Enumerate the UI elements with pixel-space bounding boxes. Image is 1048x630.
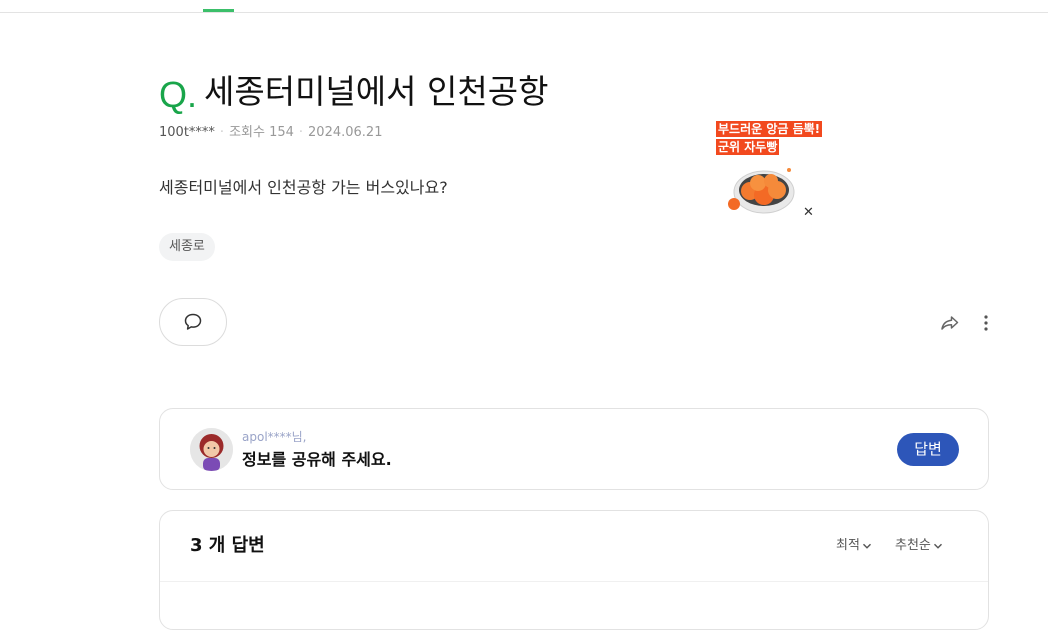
sort-recommended-dropdown[interactable]: 추천순 [895, 537, 943, 555]
view-count: 조회수 154 [229, 125, 294, 140]
divider [160, 581, 988, 582]
share-icon[interactable] [939, 312, 961, 334]
ad-close-button[interactable]: ✕ [803, 205, 814, 220]
sort-recommended-label: 추천순 [895, 538, 931, 553]
top-nav-bar [0, 0, 1048, 13]
avatar-image [190, 428, 233, 471]
answers-count: 3 개 답변 [190, 535, 265, 556]
chevron-down-icon [862, 543, 871, 549]
speech-bubble-icon [184, 313, 202, 330]
tag-chip[interactable]: 세종로 [159, 233, 215, 261]
avatar [190, 428, 233, 471]
more-options-icon[interactable] [976, 313, 996, 333]
separator-dot: · [219, 125, 225, 140]
chevron-down-icon [933, 543, 942, 549]
question-title: 세종터미널에서 인천공항 [204, 72, 549, 111]
author-name[interactable]: 100t**** [159, 125, 215, 140]
ad-banner[interactable]: 부드러운 앙금 듬뿍! 군위 자두빵 ✕ [716, 120, 823, 224]
ad-product-name: 군위 자두빵 [716, 139, 780, 155]
question-meta: 100t**** · 조회수 154 · 2024.06.21 [159, 125, 382, 141]
answer-request-card: apol****님, 정보를 공유해 주세요. 답변 [159, 408, 989, 490]
request-message: 정보를 공유해 주세요. [242, 450, 392, 469]
answers-section: 3 개 답변 최적 추천순 [159, 510, 989, 630]
ad-headline: 부드러운 앙금 듬뿍! [716, 121, 823, 137]
post-date: 2024.06.21 [308, 125, 383, 140]
sort-latest-label: 최적 [836, 538, 860, 553]
question-mark-icon: Q. [159, 74, 198, 115]
active-tab-indicator [203, 9, 234, 12]
separator-dot: · [298, 125, 304, 140]
ad-product-image [728, 168, 795, 214]
answer-button[interactable]: 답변 [897, 433, 959, 466]
comment-button[interactable] [159, 298, 227, 346]
question-body: 세종터미널에서 인천공항 가는 버스있나요? [159, 178, 448, 197]
sort-latest-dropdown[interactable]: 최적 [836, 537, 872, 555]
requester-name: apol****님, [242, 430, 307, 444]
